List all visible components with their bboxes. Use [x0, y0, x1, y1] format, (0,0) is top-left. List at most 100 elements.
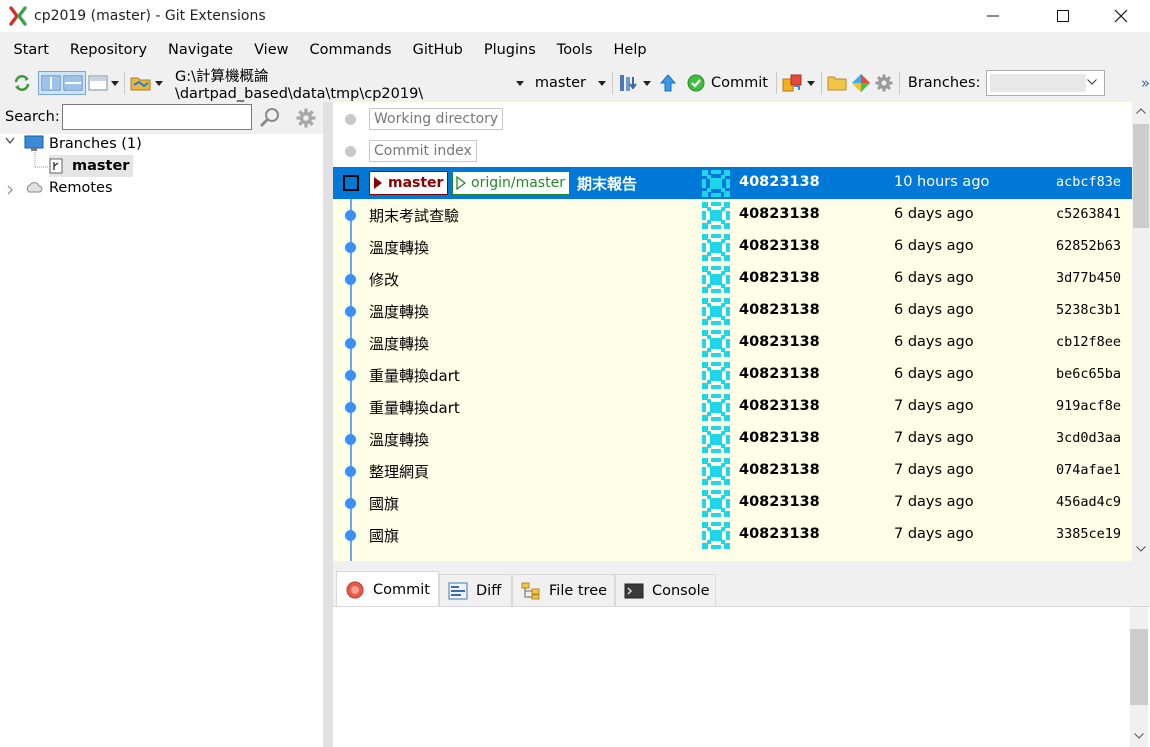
- search-button[interactable]: [259, 107, 281, 133]
- tab-console[interactable]: Console: [615, 574, 716, 606]
- panel-splitter[interactable]: [323, 102, 333, 747]
- tree-remotes[interactable]: Remotes: [24, 177, 113, 199]
- menu-help[interactable]: Help: [603, 36, 657, 64]
- repository-path[interactable]: G:\計算機概論\dartpad_based\data\tmp\cp2019\: [175, 65, 504, 102]
- commit-info-panel: [333, 606, 1150, 747]
- grid-scroll-thumb[interactable]: [1133, 124, 1149, 228]
- info-scrollbar[interactable]: [1130, 607, 1148, 747]
- commit-check-icon: [687, 74, 705, 92]
- commit-row[interactable]: 溫度轉換 40823138 6 days ago 5238c3b1: [333, 295, 1132, 327]
- commit-row[interactable]: 國旗 40823138 7 days ago 3385ce19: [333, 519, 1132, 551]
- search-icon: [259, 108, 279, 128]
- menu-plugins[interactable]: Plugins: [473, 36, 546, 64]
- search-input[interactable]: [62, 104, 252, 130]
- commit-author: 40823138: [739, 430, 820, 446]
- repository-dropdown-button[interactable]: [128, 70, 165, 96]
- commit-row[interactable]: 整理網頁 40823138 7 days ago 074afae1: [333, 455, 1132, 487]
- commit-row[interactable]: 溫度轉換 40823138 6 days ago 62852b63: [333, 231, 1132, 263]
- commit-row[interactable]: 國旗 40823138 7 days ago 456ad4c9: [333, 487, 1132, 519]
- gear-icon: [875, 74, 893, 92]
- stash-dropdown-button[interactable]: [780, 70, 817, 96]
- author-avatar: [702, 298, 730, 325]
- diff-icon: [448, 582, 468, 599]
- commit-row[interactable]: 重量轉換dart 40823138 7 days ago 919acf8e: [333, 391, 1132, 423]
- commit-graph-dot: [345, 466, 356, 477]
- menu-navigate[interactable]: Navigate: [158, 36, 244, 64]
- layout-both-icon[interactable]: [41, 75, 61, 91]
- tab-commit[interactable]: Commit: [336, 571, 439, 607]
- repository-folder-icon: [130, 77, 151, 91]
- scroll-down-icon[interactable]: [1134, 733, 1144, 739]
- left-settings-button[interactable]: [296, 108, 316, 132]
- refresh-button[interactable]: [10, 70, 34, 96]
- minimize-button[interactable]: [970, 0, 1016, 32]
- commit-message: 溫度轉換: [369, 303, 430, 321]
- commit-message: 溫度轉換: [369, 239, 430, 257]
- commit-row[interactable]: 重量轉換dart 40823138 6 days ago be6c65ba: [333, 359, 1132, 391]
- remote-branch-ref[interactable]: origin/master: [452, 171, 570, 195]
- menu-github[interactable]: GitHub: [402, 36, 473, 64]
- commit-author: 40823138: [739, 206, 820, 222]
- commit-date: 6 days ago: [894, 206, 974, 222]
- branch-selector[interactable]: master: [535, 75, 586, 91]
- commit-index-row[interactable]: Commit index: [333, 135, 1132, 167]
- info-scroll-thumb[interactable]: [1130, 629, 1148, 705]
- commit-graph-dot: [345, 210, 356, 221]
- layout-dropdown-button[interactable]: [86, 70, 121, 96]
- author-avatar: [702, 490, 730, 517]
- menu-commands[interactable]: Commands: [299, 36, 402, 64]
- console-icon: [624, 583, 644, 598]
- branches-combobox[interactable]: [986, 70, 1105, 96]
- toolbar-overflow-button[interactable]: »: [1141, 74, 1150, 92]
- working-directory-row[interactable]: Working directory: [333, 103, 1132, 135]
- layout-single-icon: [88, 75, 108, 91]
- commit-graph-dot: [345, 498, 356, 509]
- maximize-icon: [1057, 10, 1069, 22]
- commit-date: 6 days ago: [894, 302, 974, 318]
- window-title: cp2019 (master) - Git Extensions: [34, 8, 266, 24]
- local-ref-label: master: [388, 175, 444, 191]
- commit-message: 整理網頁: [369, 463, 430, 481]
- tree-branches[interactable]: Branches (1): [24, 133, 142, 155]
- commit-row[interactable]: 期末考試查驗 40823138 6 days ago c5263841: [333, 199, 1132, 231]
- settings-button[interactable]: [873, 70, 895, 96]
- author-avatar: [702, 234, 730, 261]
- author-avatar: [702, 362, 730, 389]
- pull-dropdown-button[interactable]: [616, 70, 653, 96]
- local-branch-ref[interactable]: master: [369, 171, 449, 195]
- push-up-arrow-icon: [659, 74, 677, 92]
- path-dropdown-icon[interactable]: [515, 80, 524, 86]
- commit-date: 10 hours ago: [894, 174, 990, 190]
- menu-view[interactable]: View: [244, 36, 299, 64]
- tab-file-tree[interactable]: File tree: [512, 574, 615, 606]
- commit-row[interactable]: 溫度轉換 40823138 7 days ago 3cd0d3aa: [333, 423, 1132, 455]
- close-button[interactable]: [1098, 0, 1144, 32]
- push-button[interactable]: [657, 70, 679, 96]
- commit-message: 期末報告: [577, 175, 638, 193]
- grid-scrollbar[interactable]: [1132, 102, 1150, 561]
- menu-repository[interactable]: Repository: [59, 36, 157, 64]
- commit-row[interactable]: 修改 40823138 6 days ago 3d77b450: [333, 263, 1132, 295]
- branches-label: Branches:: [907, 75, 981, 91]
- commit-button[interactable]: Commit: [685, 70, 770, 96]
- git-gui-button[interactable]: [849, 70, 873, 96]
- cloud-icon: [26, 182, 43, 193]
- branch-dropdown-icon[interactable]: [598, 80, 607, 86]
- commit-button-label: Commit: [711, 75, 768, 91]
- layout-split-icon[interactable]: [63, 75, 83, 91]
- refresh-icon: [14, 75, 30, 91]
- commit-row-selected[interactable]: master origin/master 期末報告 40823138 10 ho…: [333, 167, 1132, 199]
- working-directory-label: Working directory: [369, 108, 504, 130]
- menu-tools[interactable]: Tools: [546, 36, 603, 64]
- left-panel: Search: Branches (1) master Remotes: [0, 102, 323, 747]
- commit-hash: c5263841: [1056, 206, 1122, 222]
- maximize-button[interactable]: [1040, 0, 1086, 32]
- commit-message: 國旗: [369, 527, 400, 545]
- commit-row[interactable]: 溫度轉換 40823138 6 days ago cb12f8ee: [333, 327, 1132, 359]
- menu-start[interactable]: Start: [3, 36, 59, 64]
- file-explorer-button[interactable]: [825, 70, 849, 96]
- tree-branch-master[interactable]: master: [49, 155, 134, 177]
- scroll-down-icon[interactable]: [1136, 546, 1146, 552]
- scroll-up-icon[interactable]: [1136, 108, 1146, 114]
- tab-diff[interactable]: Diff: [439, 574, 512, 606]
